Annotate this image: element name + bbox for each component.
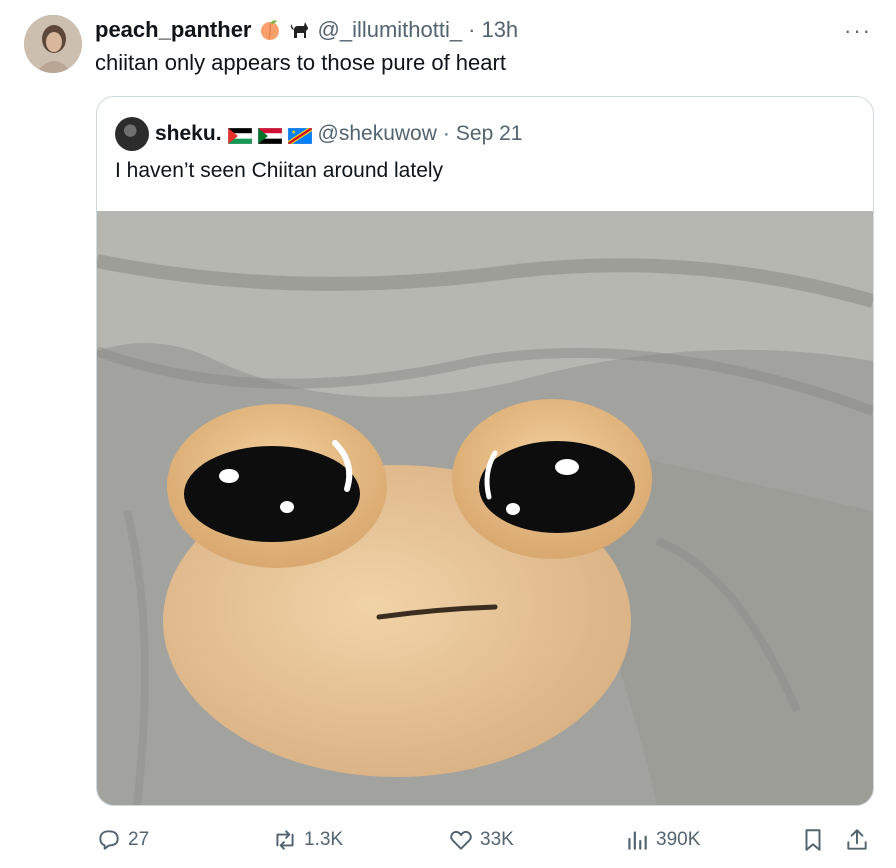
- sudan-flag-icon: [257, 126, 282, 145]
- tweet-timestamp[interactable]: 13h: [481, 17, 518, 43]
- separator-dot: ·: [468, 17, 476, 42]
- quoted-separator-dot: ·: [442, 122, 450, 145]
- share-icon: [847, 829, 867, 850]
- views-button[interactable]: 390K: [624, 820, 700, 860]
- like-count: 33K: [480, 829, 514, 850]
- like-button[interactable]: 33K: [448, 820, 514, 860]
- quoted-author-avatar: [115, 117, 149, 151]
- quoted-tweet-image[interactable]: [97, 211, 873, 805]
- tweet-header: peach_panther @_illumithotti_ · 13h: [95, 16, 518, 44]
- author-handle[interactable]: @_illumithotti_: [318, 17, 463, 43]
- share-button[interactable]: [844, 820, 870, 860]
- reply-count: 27: [128, 829, 150, 850]
- repost-icon: [276, 830, 294, 850]
- quoted-tweet-header: sheku. ★ @shekuwow · Sep 21: [115, 117, 522, 151]
- tweet-text: chiitan only appears to those pure of he…: [95, 50, 506, 75]
- heart-icon: [450, 830, 472, 850]
- author-display-name[interactable]: peach_panther: [95, 17, 252, 43]
- bookmark-icon: [805, 829, 821, 851]
- quoted-author-display-name: sheku.: [155, 122, 222, 145]
- tweet-actions-bar: 27 1.3K 33K 390K: [96, 820, 872, 860]
- repost-button[interactable]: 1.3K: [272, 820, 343, 860]
- svg-text:★: ★: [291, 129, 296, 136]
- black-cat-emoji-icon: [288, 18, 312, 42]
- quoted-tweet-text: I haven’t seen Chiitan around lately: [115, 159, 444, 182]
- author-avatar[interactable]: [24, 15, 82, 73]
- views-icon: [628, 831, 647, 850]
- more-options-icon[interactable]: ···: [844, 18, 872, 44]
- reply-icon: [99, 830, 119, 850]
- palestine-flag-icon: [227, 126, 252, 145]
- repost-count: 1.3K: [304, 829, 344, 850]
- quoted-tweet[interactable]: sheku. ★ @shekuwow · Sep 21 I haven’t se…: [96, 96, 874, 806]
- bookmark-button[interactable]: [800, 820, 826, 860]
- quoted-tweet-date: Sep 21: [455, 122, 523, 145]
- congo-flag-icon: ★: [287, 126, 312, 145]
- peach-emoji-icon: [258, 18, 282, 42]
- quoted-author-handle: @shekuwow: [317, 122, 437, 145]
- view-count: 390K: [656, 829, 701, 850]
- reply-button[interactable]: 27: [96, 820, 149, 860]
